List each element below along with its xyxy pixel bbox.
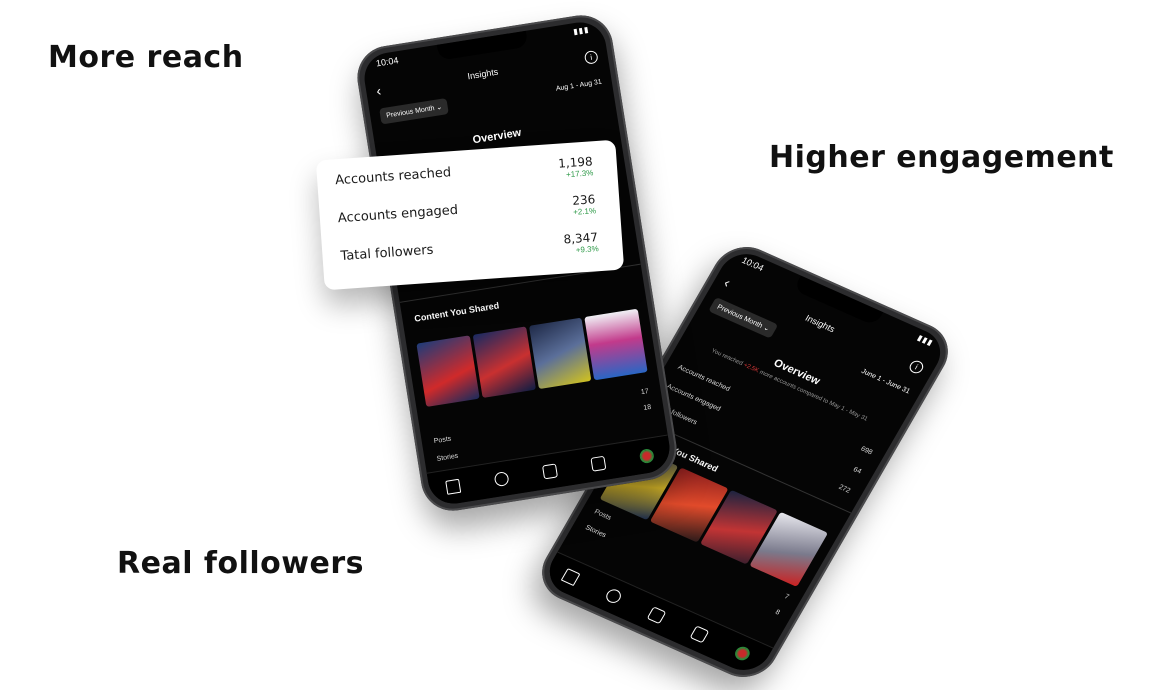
row-value: 698 [859,445,874,457]
shop-icon[interactable] [689,625,710,644]
home-icon[interactable] [560,567,581,586]
info-icon[interactable]: i [907,358,926,375]
content-count: 17 [640,388,650,397]
posts-count: 7 [782,593,791,601]
period-filter-button[interactable]: Previous Month ⌄ [379,97,450,125]
stories-label: Stories [583,524,608,540]
bottom-tab-bar [540,551,774,679]
reels-icon[interactable] [541,463,559,480]
content-thumbnails [416,308,648,407]
content-thumbnail[interactable] [528,317,592,390]
signal-icon: ▮▮▮ [915,333,936,348]
stat-values: 1,198 +17.3% [557,154,594,180]
insights-title: Insights [466,66,499,82]
row-label: Accounts reached [676,364,732,393]
stat-delta: +17.3% [565,168,594,180]
shop-icon[interactable] [590,455,607,472]
status-time: 10:04 [739,255,766,273]
posts-label: Posts [433,435,452,446]
stat-row-total-followers: Tatal followers 8,347 +9.3% [340,230,599,271]
row-label: Accounts engaged [665,383,722,413]
headline-higher-engagement: Higher engagement [769,140,1114,175]
reels-icon[interactable] [646,606,667,625]
info-icon[interactable]: i [583,49,599,65]
period-filter-label: Previous Month [715,303,764,330]
date-range: Aug 1 - Aug 31 [555,78,603,93]
profile-avatar[interactable] [732,644,753,663]
home-icon[interactable] [445,478,462,495]
row-value: 272 [837,483,852,495]
stat-label: Accounts reached [334,165,452,189]
status-time: 10:04 [375,55,400,69]
stat-values: 236 +2.1% [571,192,597,217]
content-thumbnail[interactable] [472,326,536,399]
stats-card: Accounts reached 1,198 +17.3% Accounts e… [315,139,625,291]
reach-summary-delta: +2.5K [742,362,760,375]
search-icon[interactable] [603,587,624,605]
posts-label: Posts [592,508,613,522]
stat-value: 1,198 [557,154,594,171]
stat-value: 8,347 [563,230,599,247]
stories-count: 8 [773,608,782,617]
stat-delta: +2.1% [572,206,597,217]
stories-label: Stories [436,452,459,463]
headline-more-reach: More reach [48,40,244,75]
stat-values: 8,347 +9.3% [563,230,599,255]
content-shared-title: Content You Shared [413,300,500,324]
stat-label: Tatal followers [340,242,434,265]
posts-count: 18 [642,403,652,412]
search-icon[interactable] [493,471,510,488]
chevron-left-icon[interactable]: ‹ [375,82,382,99]
content-thumbnail[interactable] [416,335,480,407]
insights-title: Insights [803,312,837,335]
chevron-left-icon[interactable]: ‹ [721,274,733,290]
headline-real-followers: Real followers [117,546,364,581]
content-thumbnail[interactable] [584,308,648,381]
period-filter-label: Previous Month [385,105,436,120]
stat-row-accounts-engaged: Accounts engaged 236 +2.1% [337,192,597,233]
row-value: 64 [851,466,863,476]
signal-icon: ▮▮▮ [572,24,591,37]
stat-row-accounts-reached: Accounts reached 1,198 +17.3% [334,154,594,195]
profile-avatar[interactable] [638,448,655,465]
stat-value: 236 [571,192,596,208]
stat-label: Accounts engaged [337,202,459,227]
stat-delta: +9.3% [575,244,599,255]
